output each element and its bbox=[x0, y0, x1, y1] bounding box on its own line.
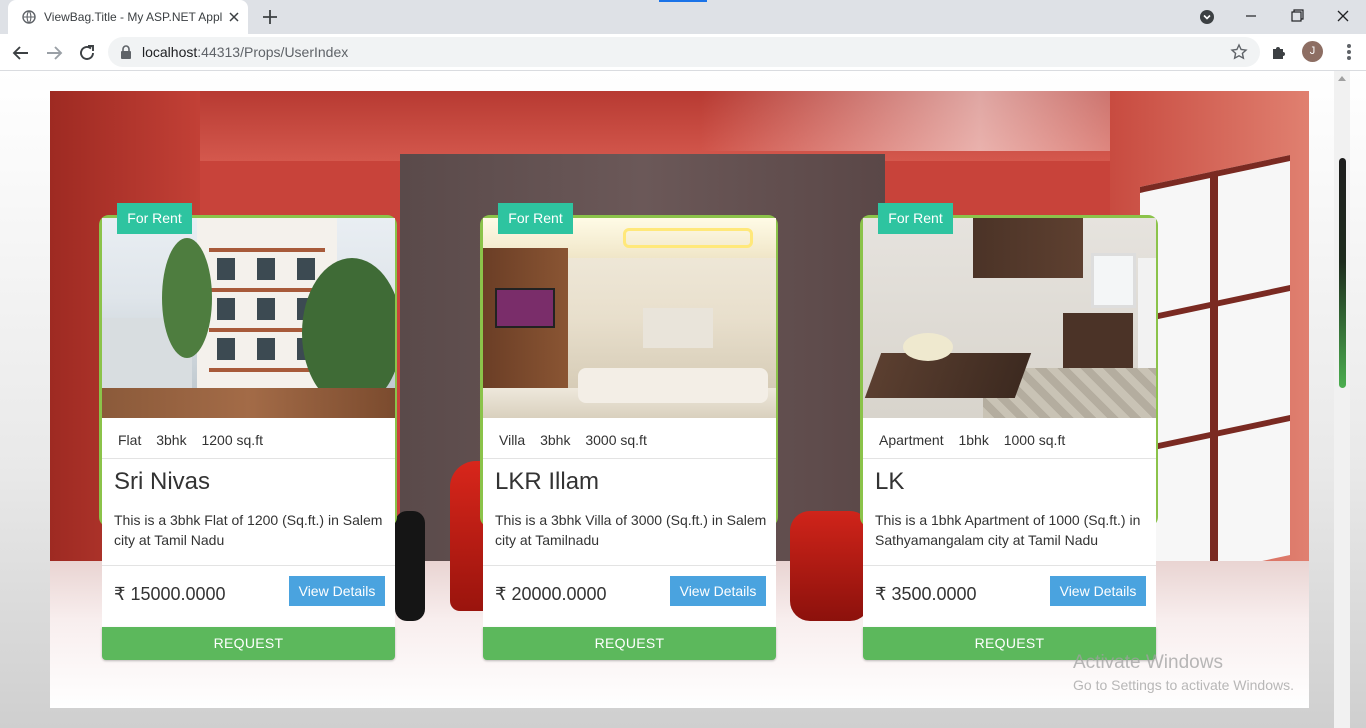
minimize-icon[interactable] bbox=[1237, 4, 1265, 28]
restore-icon[interactable] bbox=[1283, 4, 1311, 28]
property-specs: Apartment 1bhk 1000 sq.ft bbox=[879, 432, 1076, 448]
property-name: Sri Nivas bbox=[114, 468, 211, 495]
property-type: Apartment bbox=[879, 432, 944, 448]
url-host: localhost bbox=[142, 44, 198, 60]
property-description: This is a 3bhk Flat of 1200 (Sq.ft.) in … bbox=[114, 512, 383, 548]
close-window-icon[interactable] bbox=[1329, 4, 1357, 28]
property-type: Flat bbox=[118, 432, 142, 448]
url-path: :44313/Props/UserIndex bbox=[197, 44, 349, 60]
property-name: LK bbox=[875, 468, 905, 495]
new-tab-icon[interactable] bbox=[259, 7, 281, 27]
for-rent-badge: For Rent bbox=[498, 203, 573, 234]
view-details-button[interactable]: View Details bbox=[1050, 576, 1146, 606]
page-scrollbar[interactable] bbox=[1334, 71, 1350, 728]
back-arrow-icon[interactable] bbox=[10, 42, 32, 64]
property-area: 1000 sq.ft bbox=[1003, 432, 1066, 448]
property-price: ₹ 20000.0000 bbox=[495, 584, 607, 604]
property-description: This is a 1bhk Apartment of 1000 (Sq.ft.… bbox=[875, 512, 1141, 548]
scroll-thumb[interactable] bbox=[1339, 158, 1346, 388]
request-button[interactable]: REQUEST bbox=[483, 627, 776, 660]
bookmark-star-icon[interactable] bbox=[1230, 43, 1248, 61]
scroll-up-arrow-icon[interactable] bbox=[1338, 76, 1346, 81]
property-specs: Flat 3bhk 1200 sq.ft bbox=[118, 432, 274, 448]
property-type: Villa bbox=[499, 432, 526, 448]
tab-strip-accent bbox=[659, 0, 707, 2]
for-rent-badge: For Rent bbox=[117, 203, 192, 234]
close-tab-icon[interactable] bbox=[226, 9, 242, 25]
for-rent-badge: For Rent bbox=[878, 203, 953, 234]
reload-icon[interactable] bbox=[76, 42, 98, 64]
card-body: Apartment 1bhk 1000 sq.ft LK This is a 1… bbox=[863, 418, 1156, 638]
browser-menu-icon[interactable] bbox=[1346, 42, 1352, 62]
card-body: Flat 3bhk 1200 sq.ft Sri Nivas This is a… bbox=[102, 418, 395, 638]
property-area: 3000 sq.ft bbox=[585, 432, 647, 448]
property-photo[interactable] bbox=[483, 218, 776, 418]
property-photo[interactable] bbox=[102, 218, 395, 418]
browser-tab[interactable]: ViewBag.Title - My ASP.NET Appl bbox=[8, 0, 248, 34]
extensions-puzzle-icon[interactable] bbox=[1270, 43, 1288, 61]
tab-strip: ViewBag.Title - My ASP.NET Appl bbox=[0, 0, 1366, 34]
tab-title: ViewBag.Title - My ASP.NET Appl bbox=[44, 10, 222, 24]
forward-arrow-icon[interactable] bbox=[43, 42, 65, 64]
watermark-subtitle: Go to Settings to activate Windows. bbox=[1073, 677, 1294, 693]
request-button[interactable]: REQUEST bbox=[102, 627, 395, 660]
view-details-button[interactable]: View Details bbox=[289, 576, 385, 606]
property-price: ₹ 3500.0000 bbox=[875, 584, 977, 604]
globe-icon bbox=[22, 10, 36, 24]
property-photo[interactable] bbox=[863, 218, 1156, 418]
address-bar[interactable]: localhost:44313/Props/UserIndex bbox=[108, 37, 1260, 67]
lock-icon[interactable] bbox=[120, 45, 132, 59]
property-bhk: 1bhk bbox=[958, 432, 989, 448]
card-body: Villa 3bhk 3000 sq.ft LKR Illam This is … bbox=[483, 418, 776, 638]
property-price: ₹ 15000.0000 bbox=[114, 584, 226, 604]
property-bhk: 3bhk bbox=[540, 432, 571, 448]
property-description: This is a 3bhk Villa of 3000 (Sq.ft.) in… bbox=[495, 512, 767, 548]
view-details-button[interactable]: View Details bbox=[670, 576, 766, 606]
tab-search-icon[interactable] bbox=[1194, 4, 1222, 28]
property-name: LKR Illam bbox=[495, 468, 600, 495]
property-area: 1200 sq.ft bbox=[201, 432, 263, 448]
profile-avatar[interactable]: J bbox=[1302, 41, 1323, 62]
property-specs: Villa 3bhk 3000 sq.ft bbox=[499, 432, 658, 448]
property-bhk: 3bhk bbox=[156, 432, 187, 448]
address-url[interactable]: localhost:44313/Props/UserIndex bbox=[142, 44, 348, 60]
activate-windows-watermark: Activate Windows Go to Settings to activ… bbox=[1073, 652, 1294, 693]
browser-toolbar: localhost:44313/Props/UserIndex J bbox=[0, 34, 1366, 71]
watermark-title: Activate Windows bbox=[1073, 652, 1223, 673]
